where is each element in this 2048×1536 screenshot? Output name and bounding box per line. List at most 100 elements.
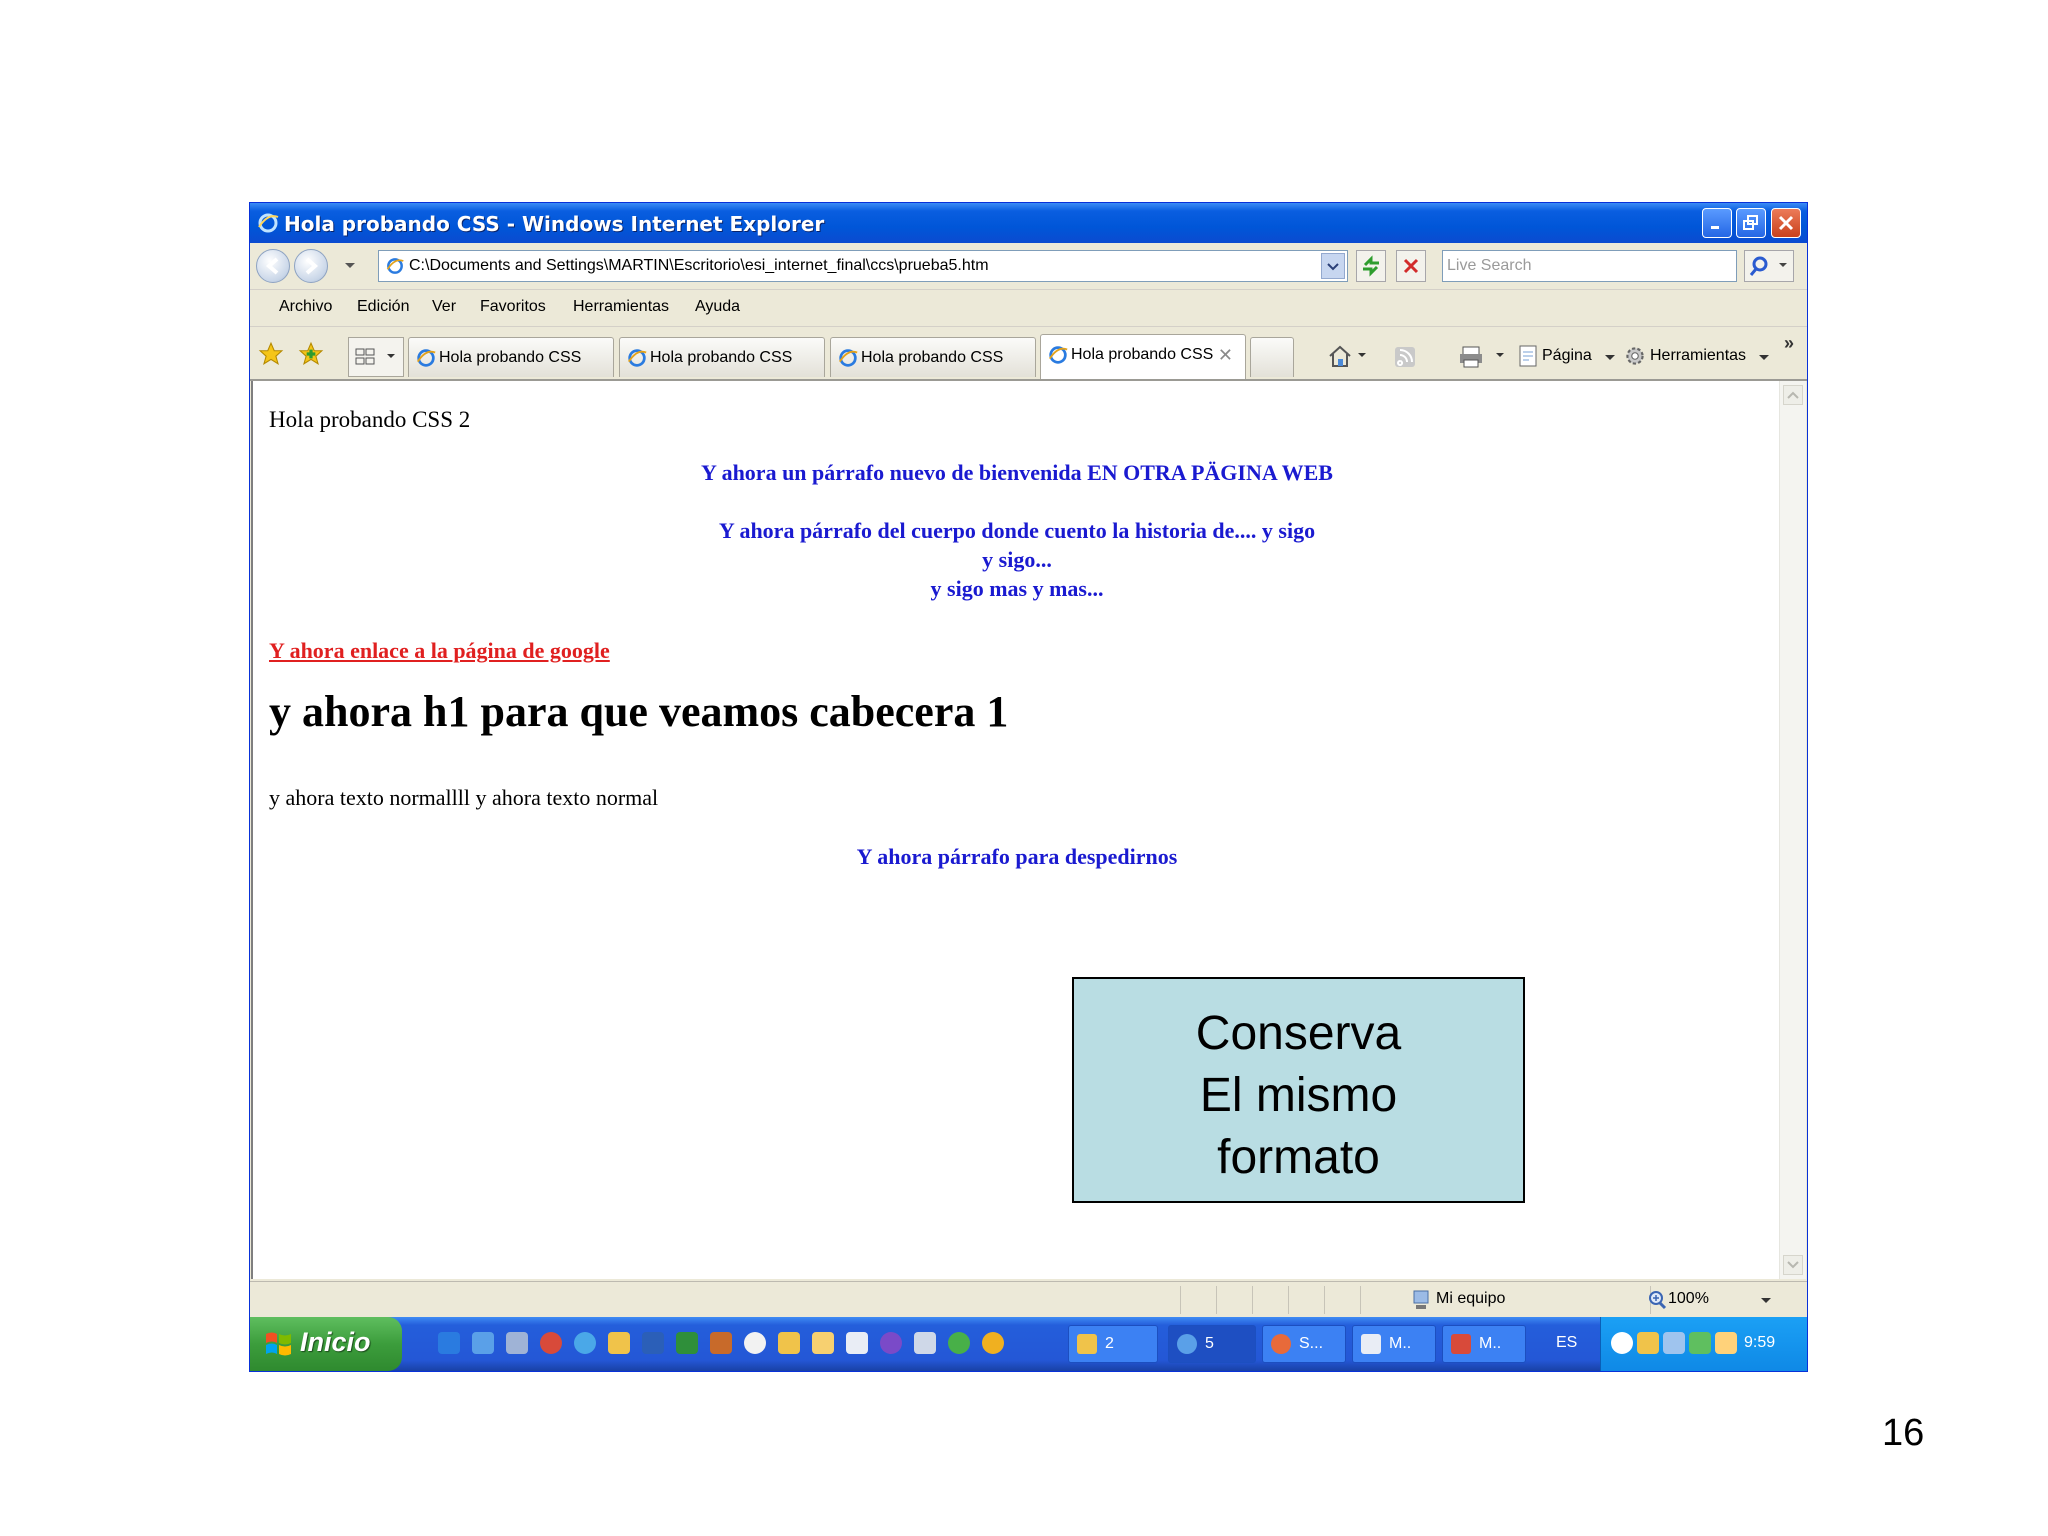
restore-button[interactable] [1736, 208, 1766, 238]
add-favorite-icon[interactable] [298, 341, 324, 372]
tray-network-icon[interactable] [1663, 1332, 1685, 1354]
body-paragraph-line-3: y sigo mas y mas... [930, 576, 1104, 601]
tab-label: Hola probando CSS [650, 349, 793, 366]
tray-app-icon[interactable] [1689, 1332, 1711, 1354]
opera-icon[interactable] [540, 1332, 562, 1354]
quick-tabs-button[interactable] [348, 337, 404, 377]
print-icon[interactable] [1458, 343, 1508, 374]
taskbar-button-m2[interactable]: M.. [1442, 1325, 1526, 1363]
tools-menu-button[interactable]: Herramientas [1650, 347, 1746, 365]
ie-alt-quicklaunch-icon[interactable] [472, 1332, 494, 1354]
status-bar: Mi equipo 100% [250, 1281, 1807, 1318]
tab-label: Hola probando CSS [439, 349, 582, 366]
start-label: Inicio [300, 1327, 371, 1357]
page-menu-icon[interactable] [1516, 343, 1540, 374]
zoom-chevron-icon[interactable] [1760, 1296, 1772, 1306]
start-button[interactable]: Inicio [250, 1317, 402, 1371]
ie-icon [626, 347, 648, 374]
taskbar: Inicio 2 5 S... M.. M.. ES 9:59 [250, 1317, 1807, 1371]
refresh-button[interactable] [1356, 250, 1386, 282]
zoom-level[interactable]: 100% [1668, 1290, 1709, 1308]
taskbar-button-m1[interactable]: M.. [1352, 1325, 1436, 1363]
search-button[interactable] [1744, 250, 1794, 282]
new-tab-button[interactable] [1250, 337, 1294, 377]
tab-2[interactable]: Hola probando CSS [619, 337, 825, 377]
window-icon [1361, 1334, 1381, 1354]
tray-u3-icon[interactable] [1637, 1332, 1659, 1354]
address-dropdown-button[interactable] [1321, 253, 1345, 279]
scroll-down-button[interactable] [1783, 1255, 1803, 1275]
word-icon[interactable] [642, 1332, 664, 1354]
taskbar-button-label: 5 [1205, 1335, 1214, 1352]
page-menu-button[interactable]: Página [1542, 347, 1592, 365]
itunes-icon[interactable] [948, 1332, 970, 1354]
google-link[interactable]: Y ahora enlace a la página de google [269, 638, 610, 664]
tools-menu-chevron-icon[interactable] [1758, 353, 1770, 363]
quick-tabs-icon [355, 348, 395, 365]
app-yellow-icon[interactable] [982, 1332, 1004, 1354]
page-menu-chevron-icon[interactable] [1604, 353, 1616, 363]
tab-4-active[interactable]: Hola probando CSS ✕ [1040, 334, 1246, 379]
callout-line-2: El mismo [1199, 1069, 1398, 1122]
tabs-bar: Hola probando CSS Hola probando CSS Hola… [250, 327, 1807, 381]
menu-ayuda[interactable]: Ayuda [695, 298, 740, 316]
menu-archivo[interactable]: Archivo [279, 298, 332, 316]
back-button[interactable] [256, 249, 290, 283]
search-input[interactable]: Live Search [1442, 250, 1737, 282]
media-player-icon[interactable] [744, 1332, 766, 1354]
menu-herramientas[interactable]: Herramientas [573, 298, 669, 316]
browser-window: Hola probando CSS - Windows Internet Exp… [250, 203, 1807, 1371]
tray-back-icon[interactable] [1611, 1332, 1633, 1354]
tab-3[interactable]: Hola probando CSS [830, 337, 1036, 377]
title-bar[interactable]: Hola probando CSS - Windows Internet Exp… [250, 203, 1807, 243]
address-url: C:\Documents and Settings\MARTIN\Escrito… [409, 257, 989, 274]
address-field[interactable]: C:\Documents and Settings\MARTIN\Escrito… [378, 250, 1348, 282]
back-arrow-icon [265, 257, 279, 275]
taskbar-button-folders[interactable]: 2 [1068, 1325, 1158, 1363]
clock-icon[interactable] [812, 1332, 834, 1354]
vertical-scrollbar[interactable] [1779, 381, 1806, 1279]
minimize-button[interactable] [1702, 208, 1732, 238]
firefox-icon[interactable] [710, 1332, 732, 1354]
recent-pages-chevron-icon[interactable] [344, 261, 356, 271]
close-button[interactable] [1771, 208, 1801, 238]
ie-icon [256, 211, 280, 240]
forward-button[interactable] [294, 249, 328, 283]
folder-2-icon[interactable] [778, 1332, 800, 1354]
menu-edicion[interactable]: Edición [357, 298, 409, 316]
search-icon [1749, 256, 1787, 276]
page-first-line: Hola probando CSS 2 [269, 407, 471, 432]
more-commands-icon[interactable]: » [1784, 333, 1794, 354]
system-tray [1600, 1317, 1807, 1371]
monitor-icon[interactable] [914, 1332, 936, 1354]
tray-messenger-icon[interactable] [1715, 1332, 1737, 1354]
computer-zone-icon [1410, 1288, 1432, 1317]
folder-icon[interactable] [608, 1332, 630, 1354]
taskbar-button-s[interactable]: S... [1262, 1325, 1346, 1363]
callout-box: Conserva El mismo formato [1072, 977, 1525, 1203]
folder-icon [1077, 1334, 1097, 1354]
favorites-star-icon[interactable] [258, 341, 284, 372]
tab-close-icon[interactable]: ✕ [1218, 345, 1233, 366]
gear-icon[interactable] [1622, 343, 1648, 374]
ie-icon [1177, 1334, 1197, 1354]
feeds-icon[interactable] [1392, 343, 1436, 374]
language-indicator[interactable]: ES [1556, 1334, 1577, 1352]
ie-quicklaunch-icon[interactable] [438, 1332, 460, 1354]
body-paragraph-line-2: y sigo... [982, 547, 1052, 572]
search-quicklaunch-icon[interactable] [574, 1332, 596, 1354]
tab-1[interactable]: Hola probando CSS [408, 337, 614, 377]
calculator-icon[interactable] [506, 1332, 528, 1354]
app-purple-icon[interactable] [880, 1332, 902, 1354]
stop-button[interactable] [1396, 250, 1426, 282]
taskbar-button-ie[interactable]: 5 [1168, 1325, 1256, 1363]
excel-icon[interactable] [676, 1332, 698, 1354]
home-icon[interactable] [1326, 343, 1370, 374]
zoom-icon[interactable] [1646, 1288, 1668, 1317]
menu-ver[interactable]: Ver [432, 298, 456, 316]
scroll-up-button[interactable] [1783, 385, 1803, 405]
menu-favoritos[interactable]: Favoritos [480, 298, 546, 316]
heading-1: y ahora h1 para que veamos cabecera 1 [269, 687, 1009, 736]
window-icon[interactable] [846, 1332, 868, 1354]
body-paragraph-line-1: Y ahora párrafo del cuerpo donde cuento … [718, 518, 1316, 543]
